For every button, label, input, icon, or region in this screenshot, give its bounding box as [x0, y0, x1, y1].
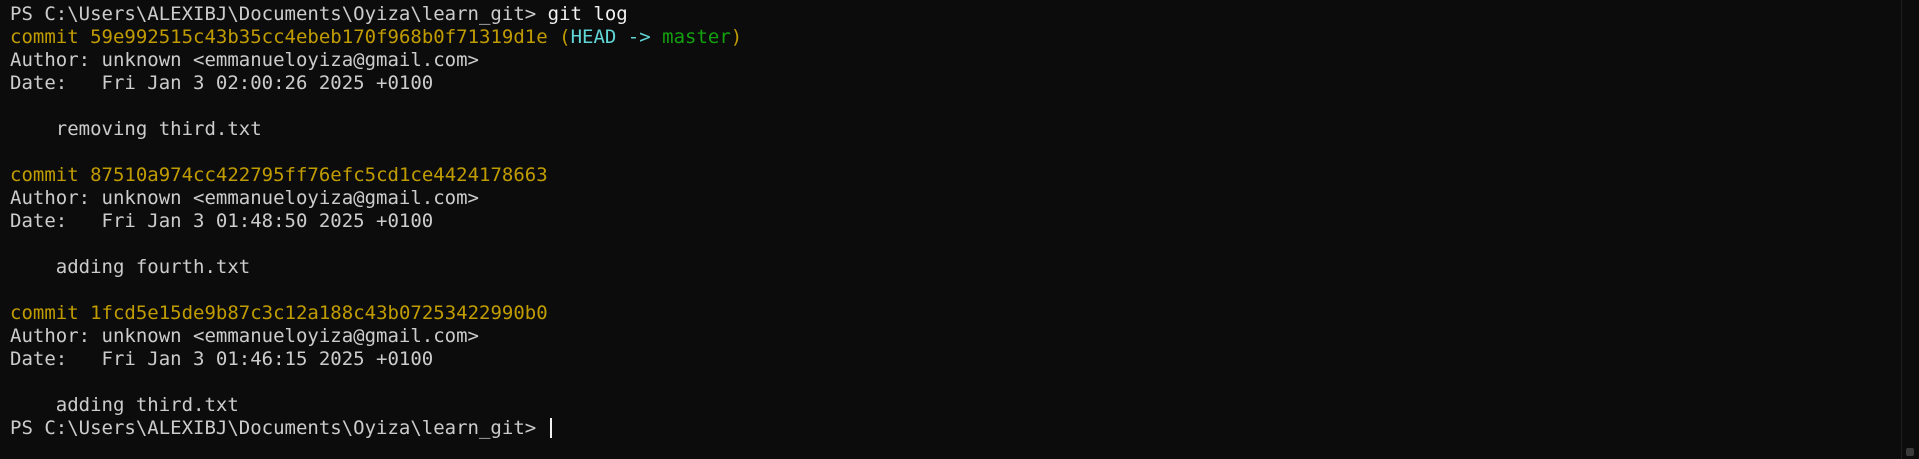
commit-label: commit	[10, 164, 79, 186]
ref-close: )	[730, 26, 743, 48]
author-line: Author: unknown <emmanueloyiza@gmail.com…	[10, 187, 479, 209]
scrollbar-thumb[interactable]	[1906, 448, 1914, 456]
commit-line: commit 1fcd5e15de9b87c3c12a188c43b072534…	[10, 302, 1902, 325]
commit-hash: 87510a974cc422795ff76efc5cd1ce4424178663	[90, 164, 548, 186]
terminal-output[interactable]: PS C:\Users\ALEXIBJ\Documents\Oyiza\lear…	[0, 0, 1902, 459]
vertical-scrollbar[interactable]	[1901, 0, 1919, 459]
commit-message: adding third.txt	[10, 394, 239, 416]
commit-message: removing third.txt	[10, 118, 262, 140]
ref-arrow: ->	[627, 26, 651, 48]
author-line: Author: unknown <emmanueloyiza@gmail.com…	[10, 325, 479, 347]
date-line: Date: Fri Jan 3 02:00:26 2025 +0100	[10, 72, 434, 94]
date-line: Date: Fri Jan 3 01:48:50 2025 +0100	[10, 210, 434, 232]
prompt-path: PS C:\Users\ALEXIBJ\Documents\Oyiza\lear…	[10, 417, 537, 439]
commit-hash: 1fcd5e15de9b87c3c12a188c43b07253422990b0	[90, 302, 548, 324]
commit-label: commit	[10, 26, 79, 48]
author-line: Author: unknown <emmanueloyiza@gmail.com…	[10, 49, 479, 71]
prompt-line[interactable]: PS C:\Users\ALEXIBJ\Documents\Oyiza\lear…	[10, 417, 1902, 440]
commit-message: adding fourth.txt	[10, 256, 251, 278]
commit-label: commit	[10, 302, 79, 324]
commit-hash: 59e992515c43b35cc4ebeb170f968b0f71319d1e	[90, 26, 548, 48]
prompt-path: PS C:\Users\ALEXIBJ\Documents\Oyiza\lear…	[10, 3, 537, 25]
head-ref: HEAD	[570, 26, 617, 48]
date-line: Date: Fri Jan 3 01:46:15 2025 +0100	[10, 348, 434, 370]
text-cursor	[549, 418, 552, 438]
ref-open: (	[559, 26, 571, 48]
commit-line: commit 59e992515c43b35cc4ebeb170f968b0f7…	[10, 26, 1902, 49]
command-text: git log	[547, 3, 628, 25]
commit-line: commit 87510a974cc422795ff76efc5cd1ce442…	[10, 164, 1902, 187]
branch-ref: master	[662, 26, 731, 48]
prompt-line: PS C:\Users\ALEXIBJ\Documents\Oyiza\lear…	[10, 3, 1902, 26]
